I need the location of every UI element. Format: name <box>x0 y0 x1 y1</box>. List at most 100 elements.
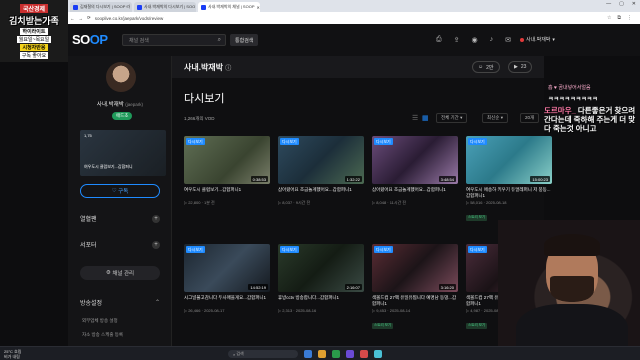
followers-pill[interactable]: ☺ 2만 <box>472 61 500 73</box>
bell-icon[interactable]: ♪ <box>490 36 494 44</box>
vod-card[interactable]: 다시보기 3:48:54 삼아왔어요 조금놀게했어요...갑합퍼니1 ▷ 8,0… <box>372 136 458 206</box>
search-icon[interactable]: ⌕ <box>218 37 221 44</box>
section-fans[interactable]: 열혈팬 + <box>80 214 160 223</box>
sidebar-sub-item[interactable]: 외부업체 방송 설정 <box>82 318 118 324</box>
vod-title[interactable]: 삼아왔어요 조금놀게했어요...갑합퍼니1 <box>372 187 458 198</box>
vod-thumbnail[interactable]: 다시보기 3:16:20 <box>372 244 458 292</box>
vod-thumbnail[interactable]: 다시보기 15:00:23 <box>466 136 552 184</box>
message-icon[interactable]: ✉ <box>505 36 511 44</box>
user-avatar-dot <box>520 37 524 42</box>
chevron-down-icon: ▾ <box>500 115 503 120</box>
vod-meta: ▷ 26,466 · 2025-08-17 <box>184 308 225 313</box>
vod-card[interactable]: 다시보기 3:16:20 색볼드컵 27팩 유일유찜니다 예명남 동댕...갑합… <box>372 244 458 331</box>
grid-view-icon[interactable]: ▦ <box>422 114 429 122</box>
vod-title[interactable]: 삼아왔어요 조금놀게했어요...갑합퍼니1 <box>278 187 364 198</box>
page-title: 다시보기 <box>184 93 225 105</box>
chevron-down-icon: ▾ <box>460 115 463 120</box>
app-icon[interactable] <box>346 350 354 358</box>
address-bar: ← → ⟳ sooplive.co.kr/jaepark/vods/review… <box>0 12 640 24</box>
channel-name: 사내.박재박 (jaepark) <box>96 102 144 108</box>
channel-sidebar: 사내.박재박 (jaepark) 애드초 1,75 여우도시 클럽보기...갑합… <box>68 56 172 360</box>
upload-icon[interactable]: ⇪ <box>454 36 460 44</box>
vod-meta: ▷ 22,800 · 1분 전 <box>184 200 215 205</box>
soop-favicon-icon <box>137 4 142 10</box>
channel-title: 사내.박재박 ⓘ <box>184 63 232 72</box>
vod-meta: ▷ 2,313 · 2025-08-16 <box>278 308 317 313</box>
list-view-icon[interactable]: ☰ <box>412 114 419 122</box>
screen: 김재철의 다시보기 | SOOP 라✕ 사내.박재박의 다시보기 | SOO✕ … <box>0 0 640 360</box>
follow-badge: 애드초 <box>112 112 133 120</box>
sort-filter[interactable]: 최신순 ▾ <box>482 113 508 123</box>
reload-icon[interactable]: ⟳ <box>87 15 91 21</box>
chat-line: 흡 ♥ 곰내넣어서얼음 <box>548 85 591 91</box>
vod-thumbnail[interactable]: 다시보기 3:48:54 <box>372 136 458 184</box>
channel-avatar[interactable] <box>106 62 136 92</box>
soop-logo[interactable]: SOOP <box>72 32 108 47</box>
browser-toolbar: ☆ ⧉ ⋮ <box>607 15 632 21</box>
vod-pill[interactable]: ▶ 23 <box>508 61 533 73</box>
vod-card[interactable]: 다시보기 1:32:22 삼아왔어요 조금놀게했어요...갑합퍼니1 ▷ 8,0… <box>278 136 364 206</box>
vod-meta: ▷ 8,037 · 9시간 전 <box>278 200 311 205</box>
chat-nickname: 도르마우_ <box>544 106 576 115</box>
vod-thumbnail[interactable]: 다시보기 0:38:53 <box>184 136 270 184</box>
plus-icon[interactable]: + <box>152 214 160 223</box>
section-broadcast-settings[interactable]: 방송설정 ⌃ <box>80 298 160 307</box>
windows-start-icon[interactable] <box>304 350 312 358</box>
vod-card[interactable]: 다시보기 2:16:07 휴방cctv 방송합니다...갑합퍼니1 ▷ 2,31… <box>278 244 364 313</box>
taskbar-search[interactable]: ⌕ 검색 <box>228 350 298 358</box>
vod-title[interactable]: 색볼드컵 27팩 유일유찜니다 예명남 동댕...갑합퍼니1 <box>372 295 458 306</box>
app-icon[interactable] <box>360 350 368 358</box>
vod-title[interactable]: 휴방cctv 방송합니다...갑합퍼니1 <box>278 295 364 306</box>
channel-manage-button[interactable]: ⚙ 채널 관리 <box>80 266 160 280</box>
maximize-icon[interactable]: ▢ <box>619 1 624 7</box>
chevron-up-icon: ⌃ <box>154 300 160 306</box>
webcam-beard <box>550 276 594 302</box>
per-page-filter[interactable]: 20개 <box>520 113 540 123</box>
star-icon[interactable]: ☆ <box>607 15 611 21</box>
taskbar-apps <box>304 350 382 358</box>
broadcast-icon[interactable]: ◉ <box>471 36 477 44</box>
soop-favicon-icon <box>73 4 78 10</box>
vod-thumbnail[interactable]: 다시보기 14:52:19 <box>184 244 270 292</box>
minimize-icon[interactable]: — <box>606 1 611 7</box>
chrome-icon[interactable] <box>332 350 340 358</box>
chat-line: ㅋㅋㅋㅋㅋㅋㅋㅋㅋ <box>548 97 598 103</box>
studio-icon[interactable]: ⎙ <box>436 36 442 44</box>
vod-title[interactable]: 시그널불고감니다 두사매을게요...갑합퍼니1 <box>184 295 270 306</box>
section-supporters[interactable]: 서포터 + <box>80 240 160 249</box>
info-icon[interactable]: ⓘ <box>225 66 231 72</box>
site-header: SOOP 채널 검색 ⌕ 통합검색 ⎙ ⇪ ◉ ♪ ✉ 사내.박재박 ▾ <box>0 24 640 56</box>
play-icon: ▶ <box>514 64 518 70</box>
vod-meta: ▷ 8,048 · 11시간 전 <box>372 200 407 205</box>
forward-icon[interactable]: → <box>79 16 84 21</box>
vod-card[interactable]: 다시보기 14:52:19 시그널불고감니다 두사매을게요...갑합퍼니1 ▷ … <box>184 244 270 313</box>
url-field[interactable]: sooplive.co.kr/jaepark/vods/review <box>95 16 164 21</box>
menu-dots-icon[interactable]: ⋮ <box>627 15 632 21</box>
integrated-search-button[interactable]: 통합검색 <box>230 34 259 46</box>
back-icon[interactable]: ← <box>70 16 75 21</box>
vod-title[interactable]: 여우도시 애송하 키우기 듀얼레퍼니 저 붕동...갑합퍼니1 <box>466 187 552 198</box>
sidebar-sub-item[interactable]: 자소 방송 스케줄 등록 <box>82 332 123 338</box>
subscribe-button[interactable]: ♡ 구독 <box>80 184 160 198</box>
user-menu[interactable]: 사내.박재박 ▾ <box>520 36 555 43</box>
app-icon[interactable] <box>374 350 382 358</box>
browser-tab-active[interactable]: 사내.박재박의 채널 | SOOP ✕ <box>198 2 260 12</box>
vod-meta: ▷ 58,016 · 2025-08-18 <box>466 200 507 205</box>
plus-icon[interactable]: + <box>152 240 160 249</box>
weather-widget[interactable]: 25°C 흐림 비가 내림 <box>4 349 21 359</box>
vod-title[interactable]: 여우도시 클럽보기...갑합퍼니1 <box>184 187 270 198</box>
extension-icon[interactable]: ⧉ <box>617 15 621 21</box>
vod-card[interactable]: 다시보기 15:00:23 여우도시 애송하 키우기 듀얼레퍼니 저 붕동...… <box>466 136 552 223</box>
close-window-icon[interactable]: ✕ <box>632 1 636 7</box>
browser-tab[interactable]: 사내.박재박의 다시보기 | SOO✕ <box>134 2 196 12</box>
channel-bar: 사내.박재박 ⓘ ☺ 2만 ▶ 23 <box>172 56 544 78</box>
close-icon[interactable]: ✕ <box>256 5 259 10</box>
vod-thumbnail[interactable]: 다시보기 2:16:07 <box>278 244 364 292</box>
vod-card[interactable]: 다시보기 0:38:53 여우도시 클럽보기...갑합퍼니1 ▷ 22,800 … <box>184 136 270 206</box>
live-thumbnail[interactable]: 1,75 여우도시 클럽보기...갑합퍼니 <box>80 130 166 176</box>
browser-tab[interactable]: 김재철의 다시보기 | SOOP 라✕ <box>70 2 132 12</box>
period-filter[interactable]: 전체 기간 ▾ <box>436 113 468 123</box>
search-input[interactable]: 채널 검색 ⌕ <box>122 34 226 46</box>
vod-thumbnail[interactable]: 다시보기 1:32:22 <box>278 136 364 184</box>
file-explorer-icon[interactable] <box>318 350 326 358</box>
